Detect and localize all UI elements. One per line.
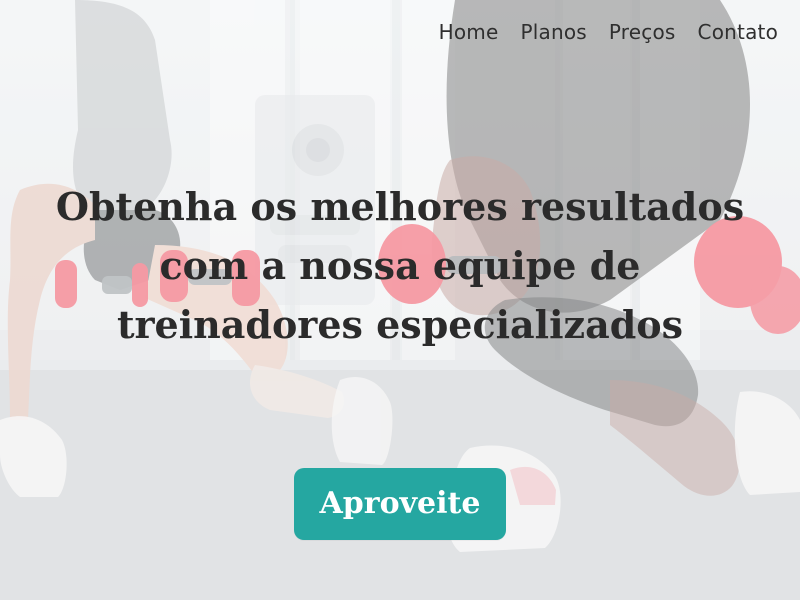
- nav-item-planos[interactable]: Planos: [520, 18, 586, 46]
- nav-item-contato[interactable]: Contato: [698, 18, 778, 46]
- hero-section: Home Planos Preços Contato Obtenha os me…: [0, 0, 800, 600]
- hero-cta-container: Aproveite: [0, 468, 800, 540]
- aproveite-button[interactable]: Aproveite: [294, 468, 506, 540]
- hero-headline: Obtenha os melhores resultados com a nos…: [55, 184, 745, 347]
- nav-item-home[interactable]: Home: [439, 18, 499, 46]
- top-navigation: Home Planos Preços Contato: [439, 18, 778, 46]
- nav-item-precos[interactable]: Preços: [609, 18, 676, 46]
